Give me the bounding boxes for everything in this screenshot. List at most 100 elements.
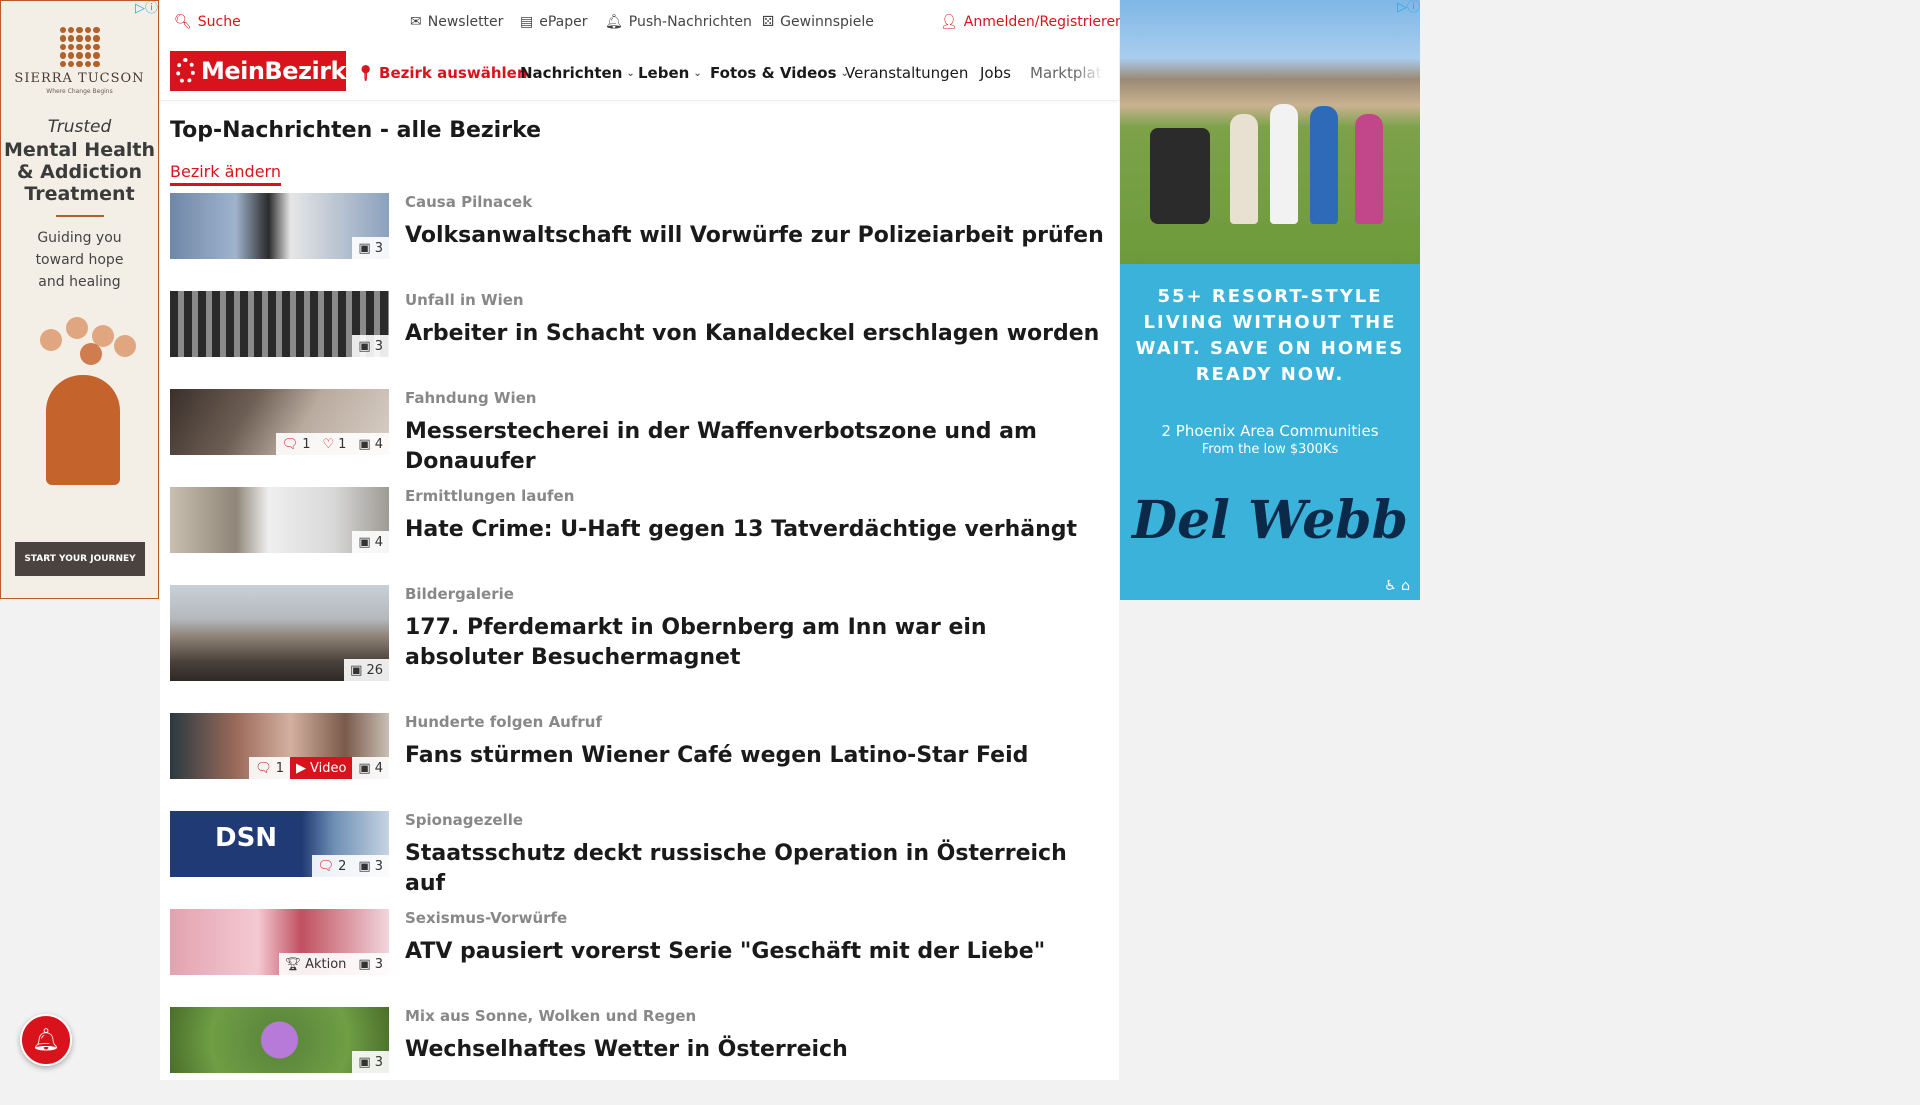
ad-subline: 2 Phoenix Area Communities — [1161, 422, 1379, 440]
section-title: Top-Nachrichten - alle Bezirke — [170, 118, 542, 143]
main-navigation: MeinBezirk 📍︎ Bezirk auswählen Nachricht… — [160, 46, 1119, 101]
competitions-label: Gewinnspiele — [780, 14, 874, 30]
epaper-label: ePaper — [539, 14, 588, 30]
images-icon: ▣ — [358, 956, 371, 972]
images-icon: ▣ — [358, 534, 371, 550]
article-thumbnail[interactable]: ▣ 4 — [170, 487, 389, 553]
nav-item-leben[interactable]: Leben ⌄ — [638, 64, 702, 82]
push-notifications-link[interactable]: 🔔︎ Push-Nachrichten — [605, 14, 752, 30]
like-count: 1 — [338, 436, 347, 452]
article-title[interactable]: Staatsschutz deckt russische Operation i… — [405, 839, 1105, 899]
newsletter-link[interactable]: ✉ Newsletter — [410, 14, 503, 30]
list-item[interactable]: 🗨︎ 1 ♡ 1 ▣ 4 Fahndung Wien Messerstecherei … — [170, 389, 1110, 487]
nav-item-marktplatz[interactable]: Marktplatz — [1030, 64, 1104, 82]
photo-count-badge: ▣ 3 — [352, 855, 389, 877]
article-title[interactable]: ATV pausiert vorerst Serie "Geschäft mit… — [405, 937, 1105, 967]
head-with-flowers-illustration — [20, 315, 140, 485]
ad-trusted-text: Trusted — [47, 117, 112, 137]
search-icon: 🔍︎ — [174, 14, 192, 30]
article-title[interactable]: Messerstecherei in der Waffenverbotszone… — [405, 417, 1105, 477]
list-item[interactable]: 🏆︎ Aktion ▣ 3 Sexismus-Vorwürfe ATV pausie… — [170, 909, 1110, 1007]
adchoices-icon[interactable]: ▷ⓘ — [1397, 0, 1420, 15]
accessibility-housing-icons: ♿ ⌂ — [1384, 578, 1410, 594]
nav-item-veranstaltungen[interactable]: Veranstaltungen — [845, 64, 968, 82]
ad-headline: 55+ RESORT-STYLE LIVING WITHOUT THE WAIT… — [1135, 286, 1405, 385]
nav-item-nachrichten[interactable]: Nachrichten ⌄ — [520, 64, 635, 82]
sierra-tucson-logo-icon — [59, 27, 100, 67]
epaper-link[interactable]: ▤ ePaper — [520, 14, 588, 30]
photo-count-badge: ▣ 3 — [352, 237, 389, 259]
mail-icon: ✉ — [410, 14, 422, 30]
comment-icon: 🗨︎ — [317, 858, 335, 874]
article-thumbnail[interactable]: ▣ 3 — [170, 291, 389, 357]
main-content: 🔍︎ Suche ✉ Newsletter ▤ ePaper 🔔︎ Push-N… — [160, 0, 1124, 1080]
start-journey-button[interactable]: START YOUR JOURNEY — [15, 542, 145, 576]
article-thumbnail[interactable]: 🗨︎ 1 ▶ Video ▣ 4 — [170, 713, 389, 779]
location-pin-icon: 📍︎ — [356, 64, 376, 82]
photo-count-badge: ▣ 3 — [352, 953, 389, 975]
article-title[interactable]: 177. Pferdemarkt in Obernberg am Inn war… — [405, 613, 1105, 673]
logo-text: MeinBezirk — [200, 57, 347, 85]
sun-logo-icon — [176, 58, 195, 84]
change-district-link[interactable]: Bezirk ändern — [170, 162, 281, 186]
choose-district-link[interactable]: 📍︎ Bezirk auswählen — [356, 64, 528, 82]
photo-count-badge: ▣ 4 — [352, 757, 389, 779]
nav-item-jobs[interactable]: Jobs — [980, 64, 1011, 82]
user-icon: 👤︎ — [940, 14, 958, 30]
list-item[interactable]: DSN 🗨︎ 2 ▣ 3 Spionagezelle Staatsschutz de… — [170, 811, 1110, 909]
list-item[interactable]: 🗨︎ 1 ▶ Video ▣ 4 Hunderte folgen Aufruf Fan… — [170, 713, 1110, 811]
photo-count: 3 — [374, 956, 383, 972]
article-title[interactable]: Fans stürmen Wiener Café wegen Latino-St… — [405, 741, 1105, 771]
search-link[interactable]: 🔍︎ Suche — [174, 14, 241, 30]
article-thumbnail[interactable]: ▣ 26 — [170, 585, 389, 681]
video-label: Video — [309, 760, 347, 776]
list-item[interactable]: ▣ 4 Ermittlungen laufen Hate Crime: U-Haf… — [170, 487, 1110, 585]
nav-label: Veranstaltungen — [845, 64, 969, 82]
article-title[interactable]: Arbeiter in Schacht von Kanaldeckel ersc… — [405, 319, 1105, 349]
push-label: Push-Nachrichten — [628, 14, 752, 30]
images-icon: ▣ — [358, 760, 371, 776]
login-register-link[interactable]: 👤︎ Anmelden/Registrieren — [940, 14, 1124, 30]
images-icon: ▣ — [358, 1054, 371, 1070]
article-title[interactable]: Hate Crime: U-Haft gegen 13 Tatverdächti… — [405, 515, 1105, 545]
notification-bell-button[interactable]: 🔔︎ — [20, 1014, 72, 1066]
photo-count-badge: ▣ 4 — [352, 531, 389, 553]
photo-count: 4 — [374, 760, 383, 776]
right-advertisement[interactable]: ▷ⓘ 55+ RESORT-STYLE LIVING WITHOUT THE W… — [1120, 0, 1420, 600]
article-kicker: Mix aus Sonne, Wolken und Regen — [405, 1007, 697, 1025]
meinbezirk-logo[interactable]: MeinBezirk — [170, 51, 347, 91]
list-item[interactable]: ▣ 3 Causa Pilnacek Volksanwaltschaft will… — [170, 193, 1110, 291]
bell-icon: 🔔︎ — [32, 1027, 60, 1053]
choose-district-label: Bezirk auswählen — [379, 64, 528, 82]
adchoices-icon[interactable]: ▷ⓘ — [135, 1, 158, 16]
nav-item-fotos-videos[interactable]: Fotos & Videos ⌄ — [710, 64, 849, 82]
photo-count-badge: ▣ 26 — [344, 659, 389, 681]
ad-headline: Mental Health & Addiction Treatment — [3, 139, 156, 205]
list-item[interactable]: ▣ 26 Bildergalerie 177. Pferdemarkt in Ob… — [170, 585, 1110, 713]
article-title[interactable]: Wechselhaftes Wetter in Österreich — [405, 1035, 1105, 1065]
like-count-badge: ♡ 1 — [316, 433, 353, 455]
newsletter-label: Newsletter — [427, 14, 504, 30]
left-advertisement[interactable]: ▷ⓘ SIERRA TUCSON Where Change Begins Tru… — [0, 0, 159, 599]
article-thumbnail[interactable]: DSN 🗨︎ 2 ▣ 3 — [170, 811, 389, 877]
dsn-logo-text: DSN — [215, 823, 278, 853]
photo-count: 3 — [374, 240, 383, 256]
images-icon: ▣ — [358, 240, 371, 256]
images-icon: ▣ — [358, 338, 371, 354]
list-item[interactable]: ▣ 3 Unfall in Wien Arbeiter in Schacht vo… — [170, 291, 1110, 389]
ad-price-line: From the low $300Ks — [1201, 442, 1339, 457]
images-icon: ▣ — [358, 436, 371, 452]
article-thumbnail[interactable]: ▣ 3 — [170, 193, 389, 259]
article-thumbnail[interactable]: ▣ 3 — [170, 1007, 389, 1073]
photo-count: 3 — [374, 858, 383, 874]
video-badge: ▶ Video — [289, 757, 353, 779]
list-item[interactable]: ▣ 3 Mix aus Sonne, Wolken und Regen Wechs… — [170, 1007, 1110, 1105]
article-title[interactable]: Volksanwaltschaft will Vorwürfe zur Poli… — [405, 221, 1105, 251]
golf-course-photo — [1120, 0, 1420, 264]
photo-count: 3 — [374, 338, 383, 354]
article-thumbnail[interactable]: 🗨︎ 1 ♡ 1 ▣ 4 — [170, 389, 389, 455]
article-thumbnail[interactable]: 🏆︎ Aktion ▣ 3 — [170, 909, 389, 975]
trophy-icon: 🏆︎ — [284, 956, 302, 972]
top-utility-bar: 🔍︎ Suche ✉ Newsletter ▤ ePaper 🔔︎ Push-N… — [160, 0, 1124, 46]
competitions-link[interactable]: ⚄ Gewinnspiele — [762, 14, 874, 30]
